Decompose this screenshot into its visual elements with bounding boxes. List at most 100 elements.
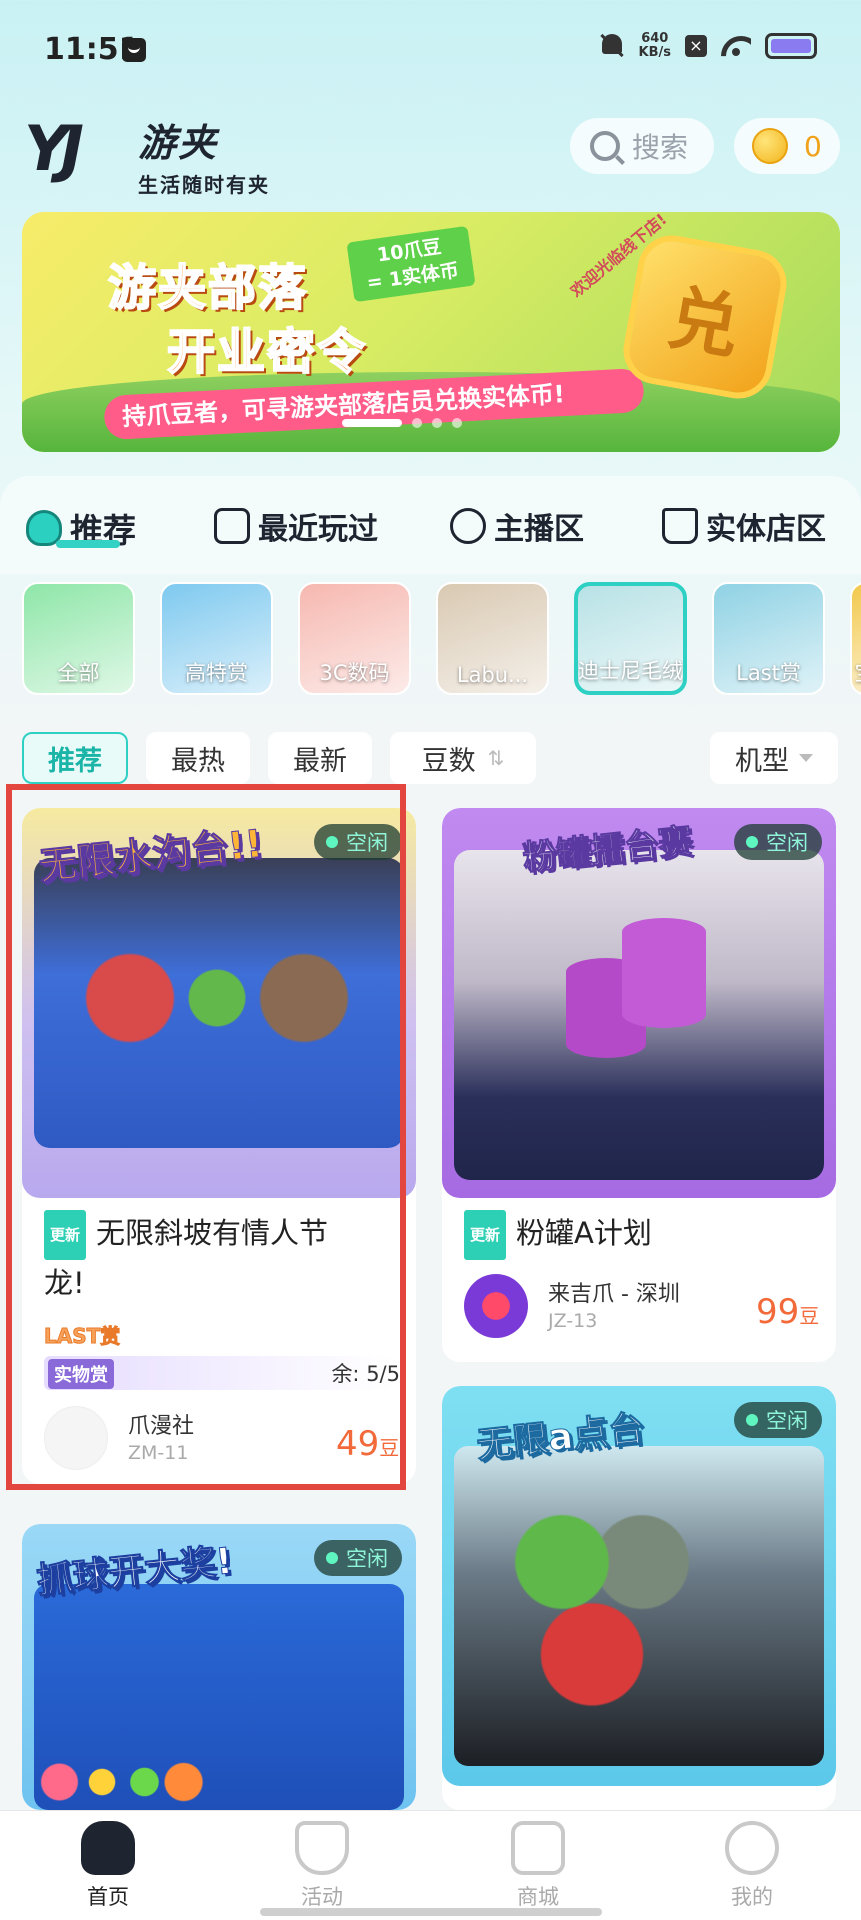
app-slogan: 生活随时有夹 [138,173,270,197]
status-dot-icon [326,1552,338,1564]
card-title-line1: 粉罐A计划 [516,1216,652,1250]
search-icon [590,131,620,161]
section-tabs: 推荐 最近玩过 主播区 实体店区 [0,476,861,574]
machine-image: 抓球开大奖! 空闲 [22,1524,416,1810]
app-name: 游夹 [138,121,219,165]
mute-bell-icon [599,32,625,60]
app-logo: YJ 游夹 生活随时有夹 [22,112,270,198]
shop-avatar [464,1274,528,1338]
shop-id: JZ-13 [548,1310,598,1332]
category-last[interactable]: Last赏 [712,582,825,695]
price-unit: 豆 [799,1304,820,1328]
tab-store[interactable]: 实体店区 [662,504,826,548]
close-box-icon: × [685,35,707,57]
filter-recommend[interactable]: 推荐 [22,732,128,784]
microphone-icon [450,508,486,544]
ball-pile [34,1754,204,1810]
tab-recent[interactable]: 最近玩过 [214,504,378,548]
message-notification-icon [122,38,146,62]
nav-activity[interactable]: 活动 [262,1821,382,1911]
promo-banner[interactable]: 游夹部落 开业密令 10爪豆 = 1实体币 持爪豆者，可寻游夹部落店员兑换实体币… [22,212,840,452]
banner-title-line2: 开业密令 [166,323,368,381]
status-badge: 空闲 [314,1540,402,1576]
banner-dot[interactable] [432,418,442,428]
category-disney[interactable]: 迪士尼毛绒 [574,582,687,695]
banner-dot[interactable] [342,419,402,427]
status-badge: 空闲 [734,824,822,860]
net-speed: 640 KB/s [639,32,671,60]
tab-label: 实体店区 [706,512,826,547]
selection-highlight [6,784,406,1490]
filter-bar: 推荐 最热 最新 豆数 ⇅ [22,732,536,784]
category-bao[interactable]: 宝 [850,582,861,695]
coin-icon [752,128,788,164]
coin-count: 0 [804,129,822,163]
status-label: 空闲 [766,831,808,855]
banner-title-line1: 游夹部落 [107,259,309,317]
category-3c[interactable]: 3C数码 [298,582,411,695]
category-label: 迪士尼毛绒 [578,659,683,683]
sort-icon: ⇅ [487,746,505,770]
machine-card[interactable]: 粉罐擂台赛 空闲 更新 粉罐A计划 来吉爪 - 深圳 JZ-13 99豆 [442,808,836,1362]
model-dropdown-label: 机型 [735,745,789,777]
bear-face-icon [725,1821,779,1875]
nav-home[interactable]: 首页 [48,1821,168,1911]
search-placeholder: 搜索 [632,131,689,164]
pink-can [622,918,706,1028]
status-label: 空闲 [346,1547,388,1571]
filter-new[interactable]: 最新 [268,732,372,784]
category-all[interactable]: 全部 [22,582,135,695]
bottom-nav: 首页 活动 商城 我的 [0,1810,861,1920]
nav-mine[interactable]: 我的 [692,1821,812,1911]
shop-name: 来吉爪 - 深圳 [548,1282,680,1307]
logo-mark-icon: YJ [22,112,126,192]
banner-dot[interactable] [452,418,462,428]
net-speed-value: 640 [641,31,669,46]
card-title: 更新 粉罐A计划 [464,1210,652,1260]
machine-card[interactable]: 抓球开大奖! 空闲 [22,1524,416,1810]
nav-shop[interactable]: 商城 [478,1821,598,1911]
home-indicator [260,1908,602,1916]
wifi-icon [721,34,751,58]
tab-streamer[interactable]: 主播区 [450,504,584,548]
tab-label: 主播区 [494,512,584,547]
pentagon-icon [214,508,250,544]
category-row: 全部 高特赏 3C数码 Labu... 迪士尼毛绒 Last赏 宝 [22,582,861,695]
machine-card[interactable]: 无限a点台 空闲 [442,1386,836,1810]
status-dot-icon [746,1414,758,1426]
logo-mark-text: YJ [24,112,84,185]
machine-image: 粉罐擂台赛 空闲 [442,808,836,1198]
nav-label: 我的 [731,1885,773,1909]
search-button[interactable]: 搜索 [570,118,714,174]
coin-balance-button[interactable]: 0 [734,118,840,174]
model-dropdown[interactable]: 机型 [710,732,838,784]
nav-label: 首页 [87,1885,129,1909]
filter-beans[interactable]: 豆数 ⇅ [390,732,536,784]
battery-icon [765,33,817,59]
filter-beans-label: 豆数 [421,745,476,777]
price: 99豆 [756,1292,819,1332]
net-speed-unit: KB/s [638,45,671,60]
status-dot-icon [746,836,758,848]
price-value: 99 [756,1292,800,1332]
category-gaote[interactable]: 高特赏 [160,582,273,695]
plush-toys [502,1496,702,1716]
status-bar: 11:51 640 KB/s × [0,0,861,100]
category-label: Last赏 [736,661,801,685]
filter-hot[interactable]: 最热 [146,732,250,784]
banner-exchange-tag: 10爪豆 = 1实体币 [346,225,476,303]
category-label: 高特赏 [185,661,248,685]
shop-icon [511,1821,565,1875]
new-tag: 更新 [464,1210,507,1260]
nav-label: 活动 [301,1885,343,1909]
category-label: 宝 [852,657,861,687]
tab-label: 最近玩过 [258,512,378,547]
category-labubu[interactable]: Labu... [436,582,549,695]
trophy-icon [295,1821,349,1875]
banner-dot[interactable] [412,418,422,428]
cup-icon [662,508,698,544]
category-label: Labu... [456,663,529,687]
home-icon [81,1821,135,1875]
machine-image: 无限a点台 空闲 [442,1386,836,1786]
chevron-down-icon [799,754,813,762]
